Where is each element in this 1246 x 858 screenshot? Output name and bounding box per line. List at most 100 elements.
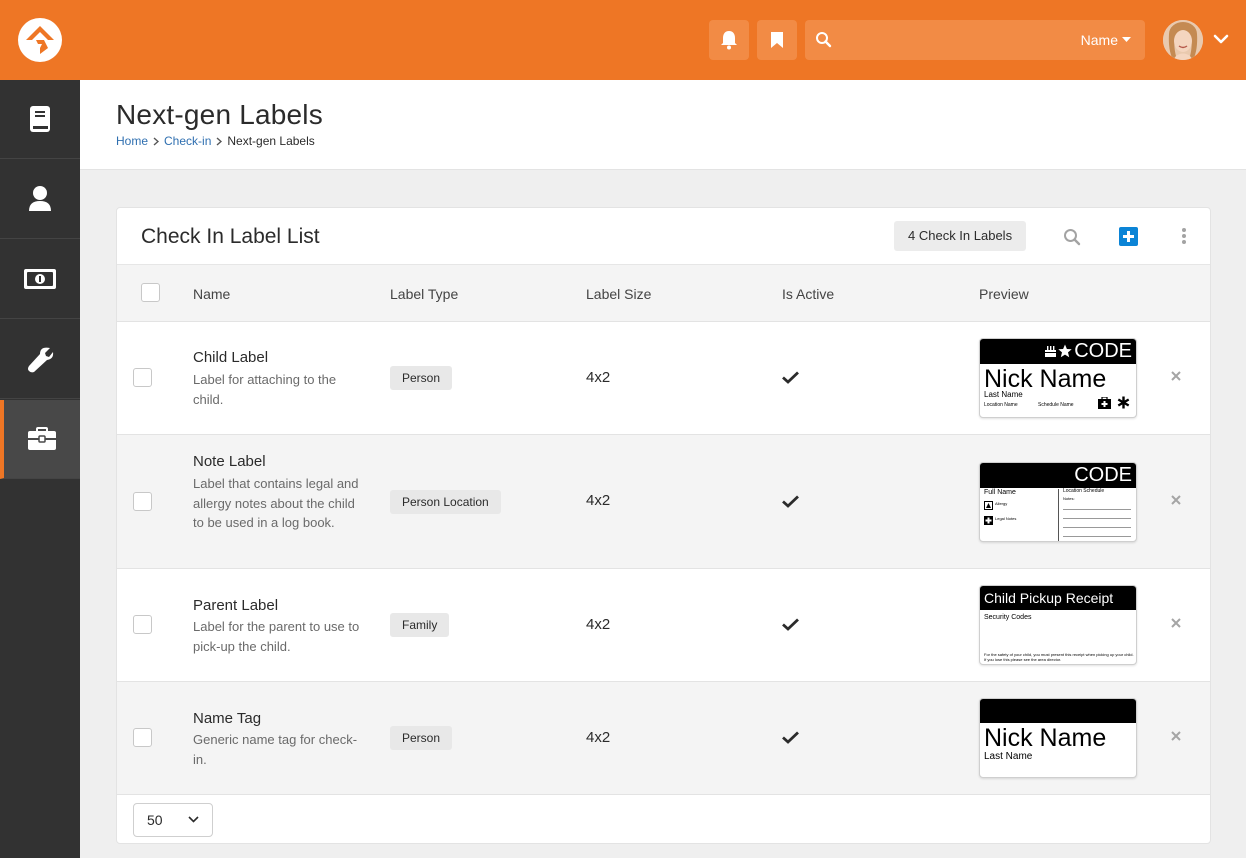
chevron-down-icon[interactable] bbox=[1213, 33, 1229, 45]
label-preview-child[interactable]: CODE Nick Name Last Name Location Name S… bbox=[979, 338, 1137, 418]
table-header: Name Label Type Label Size Is Active Pre… bbox=[117, 265, 1210, 322]
rock-logo-icon[interactable] bbox=[18, 18, 62, 62]
label-list-panel: Check In Label List 4 Check In Labels Na… bbox=[116, 207, 1211, 844]
label-preview-parent[interactable]: Child Pickup Receipt Security Codes For … bbox=[979, 585, 1137, 665]
row-select-checkbox[interactable] bbox=[133, 492, 152, 511]
add-icon[interactable] bbox=[1119, 227, 1138, 246]
label-type-badge: Person Location bbox=[390, 490, 501, 514]
row-select-checkbox[interactable] bbox=[133, 728, 152, 747]
panel-footer: 50 bbox=[117, 795, 1210, 843]
page-title: Next-gen Labels bbox=[116, 99, 323, 130]
delete-row-button[interactable] bbox=[1171, 368, 1181, 385]
label-type-badge: Person bbox=[390, 726, 453, 750]
more-options-icon[interactable] bbox=[1181, 227, 1187, 245]
label-name: Child Label bbox=[193, 349, 269, 366]
preview-location: Location Name bbox=[984, 402, 1018, 408]
table-row[interactable]: Parent Label Label for the parent to use… bbox=[117, 569, 1210, 682]
preview-header-bar bbox=[980, 699, 1136, 723]
search-scope-dropdown[interactable]: Name bbox=[1081, 32, 1131, 48]
breadcrumb-current: Next-gen Labels bbox=[227, 134, 315, 148]
preview-note-line bbox=[1063, 527, 1131, 528]
label-preview-note[interactable]: CODE Full Name Location Schedule Notes: … bbox=[979, 462, 1137, 542]
label-size: 4x2 bbox=[586, 616, 611, 633]
preview-note-line bbox=[1063, 536, 1131, 537]
sidebar-item-admin[interactable] bbox=[0, 400, 80, 479]
label-count-badge: 4 Check In Labels bbox=[894, 221, 1027, 251]
chevron-right-icon bbox=[216, 136, 223, 146]
table-row[interactable]: Note Label Label that contains legal and… bbox=[117, 435, 1210, 569]
label-description: Label that contains legal and allergy no… bbox=[193, 476, 359, 530]
preview-notes-label: Notes: bbox=[1063, 496, 1075, 501]
table-row[interactable]: Child Label Label for attaching to the c… bbox=[117, 322, 1210, 435]
checkmark-icon bbox=[782, 495, 799, 508]
label-description: Label for attaching to the child. bbox=[193, 372, 337, 407]
preview-last-name: Last Name bbox=[984, 390, 1023, 399]
label-size: 4x2 bbox=[586, 729, 611, 746]
user-avatar[interactable] bbox=[1163, 20, 1203, 60]
breadcrumb-check-in[interactable]: Check-in bbox=[164, 134, 211, 148]
allergy-icon bbox=[984, 501, 993, 510]
close-icon bbox=[1171, 731, 1181, 741]
row-select-checkbox[interactable] bbox=[133, 615, 152, 634]
select-all-checkbox[interactable] bbox=[141, 283, 160, 302]
preview-code: CODE bbox=[1074, 464, 1132, 486]
search-icon bbox=[816, 32, 832, 48]
wrench-icon bbox=[28, 347, 54, 373]
notifications-button[interactable] bbox=[709, 20, 749, 60]
checkmark-icon bbox=[782, 618, 799, 631]
label-name: Name Tag bbox=[193, 710, 262, 727]
sidebar bbox=[0, 80, 80, 858]
person-icon bbox=[29, 186, 51, 211]
preview-full-name: Full Name bbox=[984, 489, 1016, 496]
preview-code: CODE bbox=[1074, 340, 1132, 362]
panel-title: Check In Label List bbox=[141, 225, 320, 248]
asterisk-icon bbox=[1117, 396, 1130, 409]
bookmark-icon bbox=[771, 32, 783, 48]
table-row[interactable]: Name Tag Generic name tag for check-in. … bbox=[117, 682, 1210, 795]
bell-icon bbox=[721, 31, 737, 50]
filter-search-icon[interactable] bbox=[1063, 228, 1081, 246]
preview-location-schedule: Location Schedule bbox=[1063, 488, 1105, 494]
label-preview-name-tag[interactable]: Nick Name Last Name bbox=[979, 698, 1137, 778]
sidebar-item-finance[interactable] bbox=[0, 240, 80, 319]
search-bar: Name bbox=[805, 20, 1145, 60]
column-header-is-active[interactable]: Is Active bbox=[782, 286, 834, 302]
preview-receipt-footer: For the safety of your child, you must p… bbox=[984, 652, 1134, 662]
page-size-value: 50 bbox=[147, 812, 163, 828]
preview-receipt-title: Child Pickup Receipt bbox=[984, 590, 1114, 606]
label-type-badge: Family bbox=[390, 613, 450, 637]
column-header-label-size[interactable]: Label Size bbox=[586, 286, 651, 302]
chevron-down-icon bbox=[188, 816, 199, 823]
legal-icon bbox=[984, 516, 993, 525]
panel-header: Check In Label List 4 Check In Labels bbox=[117, 208, 1210, 265]
sidebar-item-book[interactable] bbox=[0, 80, 80, 159]
book-icon bbox=[30, 106, 50, 132]
bookmarks-button[interactable] bbox=[757, 20, 797, 60]
column-header-label-type[interactable]: Label Type bbox=[390, 286, 458, 302]
close-icon bbox=[1171, 495, 1181, 505]
breadcrumb-home[interactable]: Home bbox=[116, 134, 148, 148]
delete-row-button[interactable] bbox=[1171, 728, 1181, 745]
preview-legal-notes: Legal Notes bbox=[995, 516, 1017, 521]
close-icon bbox=[1171, 371, 1181, 381]
label-description: Generic name tag for check-in. bbox=[193, 732, 358, 767]
preview-divider bbox=[1058, 489, 1059, 541]
label-size: 4x2 bbox=[586, 369, 611, 386]
sidebar-item-people[interactable] bbox=[0, 160, 80, 239]
preview-header-bar: CODE bbox=[980, 339, 1136, 364]
sidebar-item-tools[interactable] bbox=[0, 320, 80, 399]
medical-kit-icon bbox=[1098, 397, 1111, 409]
chevron-right-icon bbox=[153, 136, 160, 146]
delete-row-button[interactable] bbox=[1171, 615, 1181, 632]
preview-nick-name: Nick Name bbox=[984, 724, 1107, 752]
search-input[interactable] bbox=[841, 26, 1071, 54]
preview-schedule: Schedule Name bbox=[1038, 402, 1074, 408]
row-select-checkbox[interactable] bbox=[133, 368, 152, 387]
preview-allergy: Allergy bbox=[995, 501, 1008, 506]
delete-row-button[interactable] bbox=[1171, 492, 1181, 509]
preview-last-name: Last Name bbox=[984, 751, 1033, 762]
caret-down-icon bbox=[1122, 37, 1131, 42]
page-size-select[interactable]: 50 bbox=[133, 803, 213, 837]
label-type-badge: Person bbox=[390, 366, 453, 390]
column-header-name[interactable]: Name bbox=[193, 286, 230, 302]
